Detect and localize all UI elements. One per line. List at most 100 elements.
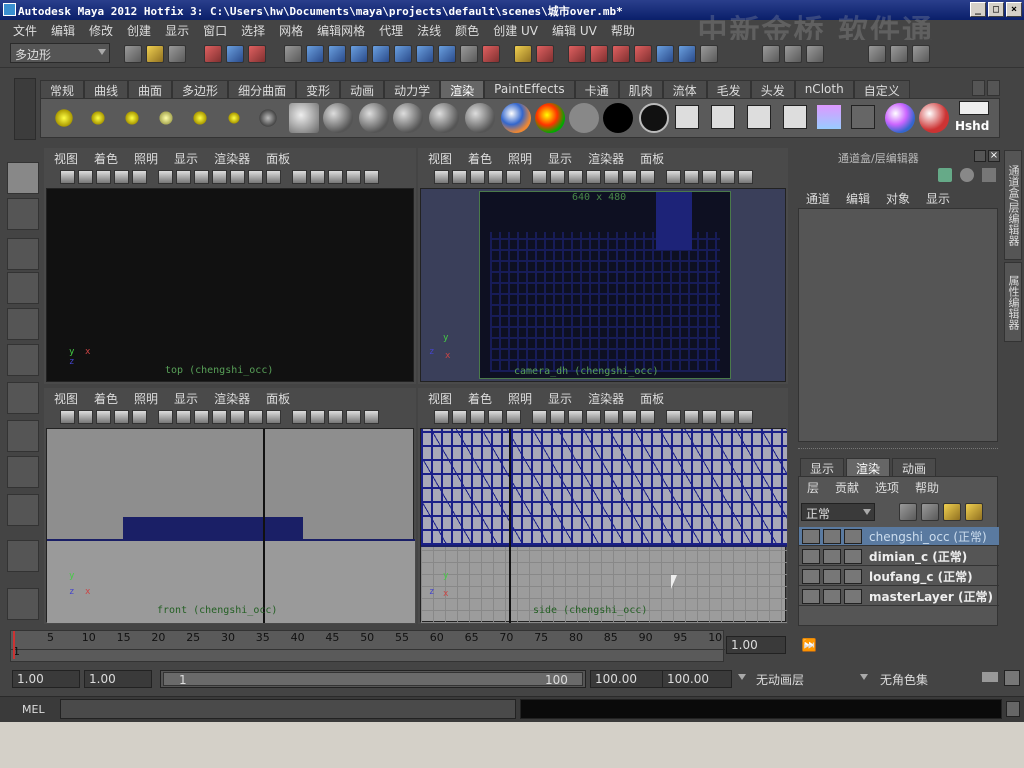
menu-item[interactable]: 代理 bbox=[372, 22, 410, 39]
wireframe-on-shaded-icon[interactable] bbox=[702, 170, 717, 184]
ramp-sphere-icon[interactable] bbox=[501, 103, 531, 133]
settings-toggle-icon[interactable] bbox=[823, 568, 841, 584]
layer-menu-contrib[interactable]: 贡献 bbox=[827, 479, 867, 496]
script-editor-icon[interactable] bbox=[1006, 701, 1020, 717]
safe-action-icon[interactable] bbox=[622, 170, 637, 184]
viewport-side[interactable]: y z x side (chengshi_occ) bbox=[420, 428, 787, 623]
side-tab-channel-box[interactable]: 通道盒/层编辑器 bbox=[1004, 150, 1022, 260]
field-chart-icon[interactable] bbox=[604, 410, 619, 424]
vp-menu-shading[interactable]: 着色 bbox=[460, 390, 500, 407]
history-icon[interactable] bbox=[482, 45, 500, 63]
vp-menu-view[interactable]: 视图 bbox=[46, 150, 86, 167]
camera-attr-icon[interactable] bbox=[78, 170, 93, 184]
layer-attr-icon[interactable] bbox=[844, 548, 862, 564]
safe-title-icon[interactable] bbox=[640, 410, 655, 424]
select-hierarchy-icon[interactable] bbox=[204, 45, 222, 63]
vp-menu-view[interactable]: 视图 bbox=[420, 150, 460, 167]
close-button[interactable]: × bbox=[1006, 2, 1022, 17]
menu-item[interactable]: 帮助 bbox=[604, 22, 642, 39]
shelf-tab[interactable]: PaintEffects bbox=[484, 80, 575, 98]
camera-select-icon[interactable] bbox=[60, 170, 75, 184]
resolution-gate-icon[interactable] bbox=[194, 170, 209, 184]
menu-item[interactable]: 法线 bbox=[410, 22, 448, 39]
move-tool-icon[interactable] bbox=[7, 272, 39, 304]
layer-menu-help[interactable]: 帮助 bbox=[907, 479, 947, 496]
paint-brush-icon[interactable] bbox=[919, 103, 949, 133]
anim-end-field[interactable]: 100.00 bbox=[662, 670, 732, 688]
matte-sphere-icon[interactable] bbox=[639, 103, 669, 133]
shelf-tab[interactable]: 曲线 bbox=[84, 80, 129, 98]
grid-icon[interactable] bbox=[158, 170, 173, 184]
range-slider-handle[interactable] bbox=[163, 672, 583, 686]
float-panel-icon[interactable] bbox=[974, 150, 986, 162]
select-tool-icon[interactable] bbox=[7, 162, 39, 194]
close-panel-icon[interactable]: × bbox=[988, 150, 1000, 162]
anim-start-field[interactable]: 1.00 bbox=[12, 670, 80, 688]
camera-icon[interactable] bbox=[253, 103, 283, 133]
mel-label[interactable]: MEL bbox=[22, 703, 45, 716]
spot-light-icon[interactable] bbox=[151, 103, 181, 133]
shelf-tab[interactable]: 肌肉 bbox=[618, 80, 663, 98]
wireframe-on-shaded-icon[interactable] bbox=[702, 410, 717, 424]
render-view-icon[interactable] bbox=[675, 105, 699, 129]
2d-pan-icon[interactable] bbox=[132, 410, 147, 424]
film-gate-icon[interactable] bbox=[550, 410, 565, 424]
modeling-toolkit-icon[interactable] bbox=[912, 45, 930, 63]
snap-surface-icon[interactable] bbox=[394, 45, 412, 63]
create-render-layer-icon[interactable] bbox=[943, 503, 961, 521]
vp-menu-lighting[interactable]: 照明 bbox=[126, 390, 166, 407]
gate-mask-icon[interactable] bbox=[586, 170, 601, 184]
select-object-icon[interactable] bbox=[226, 45, 244, 63]
point-light-icon[interactable] bbox=[117, 103, 147, 133]
ambient-light-icon[interactable] bbox=[49, 103, 79, 133]
viewport-persp[interactable]: 640 x 480 camera_dh (chengshi_occ) y z x bbox=[420, 188, 786, 382]
select-component-icon[interactable] bbox=[248, 45, 266, 63]
shelf-tab[interactable]: 毛发 bbox=[706, 80, 751, 98]
layer-row[interactable]: loufang_c (正常) bbox=[799, 567, 999, 586]
layer-attr-icon[interactable] bbox=[844, 588, 862, 604]
channel-menu-channels[interactable]: 通道 bbox=[798, 190, 838, 207]
wireframe-icon[interactable] bbox=[292, 410, 307, 424]
menu-item[interactable]: 创建 UV bbox=[486, 22, 545, 39]
manipulator-tool-icon[interactable] bbox=[7, 382, 39, 414]
menu-item[interactable]: 编辑 UV bbox=[545, 22, 604, 39]
blinn-sphere-icon[interactable] bbox=[359, 103, 389, 133]
scale-tool-icon[interactable] bbox=[7, 344, 39, 376]
channel-menu-show[interactable]: 显示 bbox=[918, 190, 958, 207]
camera-select-icon[interactable] bbox=[434, 170, 449, 184]
vp-menu-renderer[interactable]: 渲染器 bbox=[580, 390, 632, 407]
wireframe-icon[interactable] bbox=[666, 410, 681, 424]
filter-icon[interactable] bbox=[284, 45, 302, 63]
field-chart-icon[interactable] bbox=[230, 410, 245, 424]
paint-select-tool-icon[interactable] bbox=[7, 238, 39, 270]
range-slider[interactable]: 1 100 bbox=[160, 670, 586, 688]
snap-grid-icon[interactable] bbox=[306, 45, 324, 63]
smooth-shade-icon[interactable] bbox=[684, 170, 699, 184]
film-gate-icon[interactable] bbox=[550, 170, 565, 184]
resolution-gate-icon[interactable] bbox=[568, 410, 583, 424]
rename-icon[interactable] bbox=[678, 45, 696, 63]
layer-tab-render[interactable]: 渲染 bbox=[846, 458, 891, 476]
settings-toggle-icon[interactable] bbox=[823, 588, 841, 604]
menu-item[interactable]: 修改 bbox=[82, 22, 120, 39]
vp-menu-shading[interactable]: 着色 bbox=[86, 150, 126, 167]
layer-row[interactable]: masterLayer (正常) bbox=[799, 587, 999, 606]
shelf-tab[interactable]: nCloth bbox=[794, 80, 854, 98]
phonge-sphere-icon[interactable] bbox=[429, 103, 459, 133]
settings-toggle-icon[interactable] bbox=[823, 528, 841, 544]
shelf-tab[interactable]: 卡通 bbox=[574, 80, 619, 98]
wireframe-on-shaded-icon[interactable] bbox=[328, 170, 343, 184]
image-plane-icon[interactable] bbox=[114, 170, 129, 184]
shelf-handle[interactable] bbox=[14, 78, 36, 140]
settings-toggle-icon[interactable] bbox=[823, 548, 841, 564]
render-toggle-icon[interactable] bbox=[802, 588, 820, 604]
vp-menu-view[interactable]: 视图 bbox=[420, 390, 460, 407]
channel-icon-c[interactable] bbox=[982, 168, 996, 182]
vp-menu-renderer[interactable]: 渲染器 bbox=[206, 150, 258, 167]
shelf-tab[interactable]: 变形 bbox=[296, 80, 341, 98]
char-set-chevron-icon[interactable] bbox=[860, 674, 868, 680]
vp-menu-show[interactable]: 显示 bbox=[166, 150, 206, 167]
bookmark-icon[interactable] bbox=[96, 170, 111, 184]
area-light-icon[interactable] bbox=[185, 103, 215, 133]
quick-layout-icon[interactable] bbox=[7, 588, 39, 620]
